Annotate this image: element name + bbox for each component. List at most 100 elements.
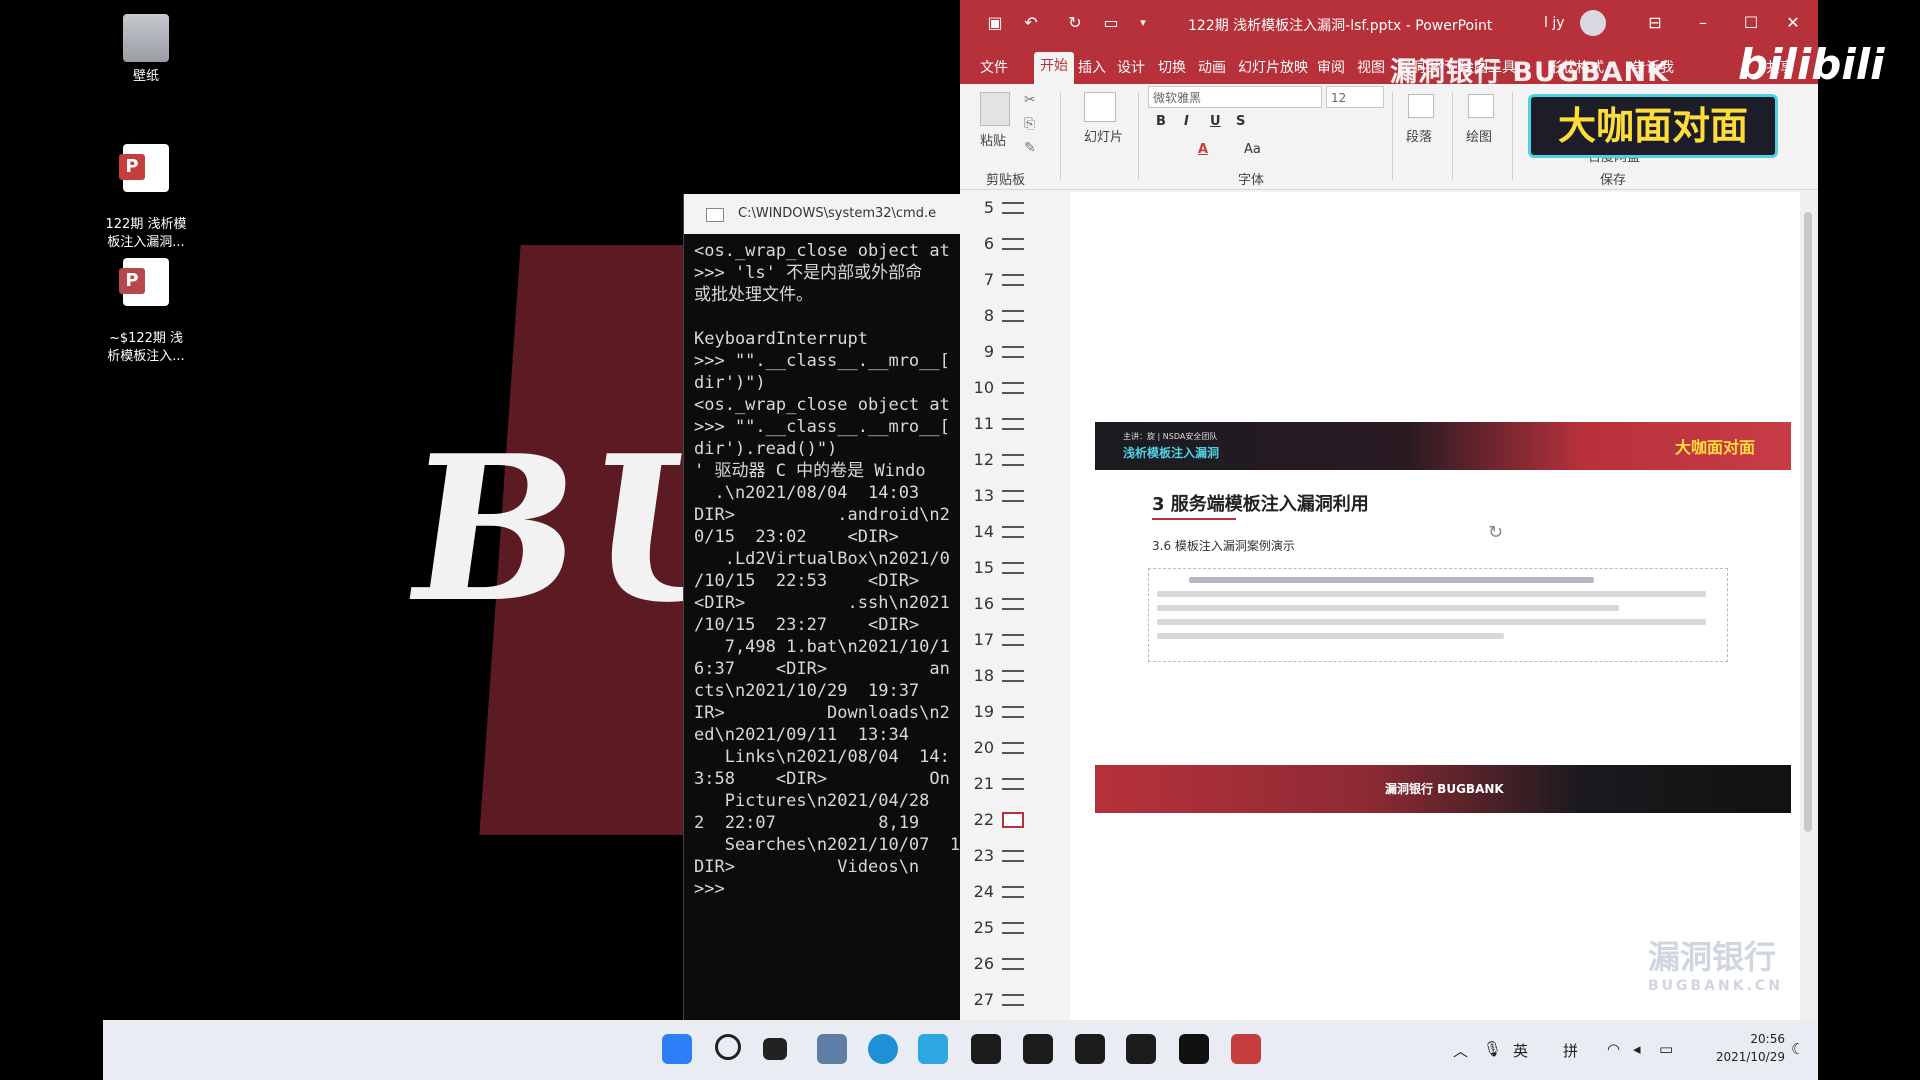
slide-thumbnail[interactable]: 21 bbox=[960, 768, 1070, 804]
slides-group-label[interactable]: 幻灯片 bbox=[1084, 126, 1123, 145]
slide-thumbnail[interactable]: 7 bbox=[960, 264, 1070, 300]
chat-app-icon[interactable] bbox=[918, 1034, 948, 1064]
maximize-icon[interactable]: ☐ bbox=[1740, 12, 1762, 34]
copy-icon[interactable]: ⎘ bbox=[1024, 116, 1035, 132]
powerpoint-icon[interactable] bbox=[1231, 1034, 1261, 1064]
start-icon[interactable] bbox=[662, 1034, 692, 1064]
slide-thumbnail[interactable]: 12 bbox=[960, 444, 1070, 480]
present-icon[interactable]: ▭ bbox=[1100, 12, 1122, 34]
rotate-handle-icon[interactable]: ↻ bbox=[1488, 522, 1503, 543]
slide-thumbnail[interactable]: 25 bbox=[960, 912, 1070, 948]
notification-icon[interactable]: ☾ bbox=[1791, 1040, 1804, 1058]
change-case-button[interactable]: Aa bbox=[1244, 142, 1261, 157]
tab-animations[interactable]: 动画 bbox=[1198, 57, 1226, 77]
slide-thumbnail[interactable]: 17 bbox=[960, 624, 1070, 660]
redo-icon[interactable]: ↻ bbox=[1064, 12, 1086, 34]
paragraph-icon[interactable] bbox=[1408, 94, 1434, 118]
bold-button[interactable]: B bbox=[1156, 114, 1166, 129]
slide-thumbnail[interactable]: 26 bbox=[960, 948, 1070, 984]
selected-code-textbox[interactable] bbox=[1148, 568, 1728, 662]
cmd-titlebar[interactable]: C:\WINDOWS\system32\cmd.e bbox=[684, 194, 984, 234]
slide-thumbnail[interactable]: 13 bbox=[960, 480, 1070, 516]
input-method[interactable]: 拼 bbox=[1563, 1040, 1578, 1061]
phpstorm-icon[interactable] bbox=[1075, 1034, 1105, 1064]
ribbon-display-icon[interactable]: ⊟ bbox=[1644, 12, 1666, 34]
wifi-icon[interactable]: ◠ bbox=[1607, 1040, 1620, 1058]
slide-thumbnail[interactable]: 18 bbox=[960, 660, 1070, 696]
shadow-button[interactable]: S bbox=[1236, 114, 1245, 129]
slide-thumbnail[interactable]: 22 bbox=[960, 804, 1070, 840]
desktop-icon-wallpaper[interactable]: 壁纸 bbox=[86, 14, 206, 86]
slide-thumbnail[interactable]: 15 bbox=[960, 552, 1070, 588]
slide-thumbnail[interactable]: 5 bbox=[960, 192, 1070, 228]
edge-icon[interactable] bbox=[868, 1034, 898, 1064]
cmd-window[interactable]: C:\WINDOWS\system32\cmd.e <os._wrap_clos… bbox=[683, 194, 984, 1034]
slide-thumbnail[interactable]: 14 bbox=[960, 516, 1070, 552]
tab-slideshow[interactable]: 幻灯片放映 bbox=[1238, 57, 1308, 77]
tab-transitions[interactable]: 切换 bbox=[1158, 57, 1186, 77]
cmd-line: 7,498 1.bat\n2021/10/1 bbox=[694, 637, 950, 657]
italic-button[interactable]: I bbox=[1184, 114, 1189, 129]
drawing-group-label[interactable]: 绘图 bbox=[1466, 126, 1492, 145]
new-slide-icon[interactable] bbox=[1084, 92, 1116, 122]
slide-thumbnail[interactable]: 24 bbox=[960, 876, 1070, 912]
tab-view[interactable]: 视图 bbox=[1357, 57, 1385, 77]
slide-thumbnail[interactable]: 19 bbox=[960, 696, 1070, 732]
paragraph-group-label[interactable]: 段落 bbox=[1406, 126, 1432, 145]
tab-review[interactable]: 审阅 bbox=[1317, 57, 1345, 77]
scrollbar-thumb[interactable] bbox=[1804, 212, 1812, 832]
input-language[interactable]: 英 bbox=[1513, 1040, 1528, 1061]
tab-insert[interactable]: 插入 bbox=[1078, 57, 1106, 77]
slide-thumbnail[interactable]: 10 bbox=[960, 372, 1070, 408]
avatar[interactable] bbox=[1580, 10, 1606, 36]
slide-thumbnail[interactable]: 9 bbox=[960, 336, 1070, 372]
tab-design[interactable]: 设计 bbox=[1117, 57, 1145, 77]
cmd-output[interactable]: <os._wrap_close object at >>> 'ls' 不是内部或外… bbox=[684, 234, 984, 1026]
slide-thumbnail[interactable]: 16 bbox=[960, 588, 1070, 624]
slide-thumbnail[interactable]: 20 bbox=[960, 732, 1070, 768]
underline-button[interactable]: U bbox=[1210, 114, 1221, 129]
slide-thumbnail[interactable]: 8 bbox=[960, 300, 1070, 336]
slide-thumbnail-image bbox=[1002, 634, 1024, 646]
slide-subheading[interactable]: 3.6 模板注入漏洞案例演示 bbox=[1152, 537, 1295, 554]
heading-underline bbox=[1152, 518, 1236, 520]
microphone-icon[interactable]: 🎙 bbox=[1483, 1040, 1502, 1058]
user-name[interactable]: l jy bbox=[1544, 12, 1565, 34]
paste-icon[interactable] bbox=[980, 92, 1010, 126]
cut-icon[interactable]: ✂ bbox=[1024, 92, 1036, 108]
paste-button[interactable]: 粘贴 bbox=[980, 130, 1006, 149]
undo-icon[interactable]: ↶ bbox=[1020, 12, 1042, 34]
customize-qat-icon[interactable]: ▾ bbox=[1132, 12, 1154, 34]
tab-home[interactable]: 开始 bbox=[1034, 52, 1074, 84]
desktop-icon-temp-pptx[interactable]: ~$122期 浅 析模板注入... bbox=[86, 240, 206, 384]
chevron-up-icon[interactable]: ︿ bbox=[1453, 1040, 1468, 1061]
close-icon[interactable]: ✕ bbox=[1782, 12, 1804, 34]
slide-thumbnail[interactable]: 11 bbox=[960, 408, 1070, 444]
search-icon[interactable] bbox=[715, 1034, 741, 1060]
system-clock[interactable]: 20:56 2021/10/29 bbox=[1715, 1030, 1785, 1066]
font-name-select[interactable]: 微软雅黑 bbox=[1148, 86, 1322, 108]
battery-icon[interactable]: ▭ bbox=[1659, 1040, 1673, 1058]
slide-canvas[interactable]: 主讲：旋 | NSDA安全团队 浅析模板注入漏洞 大咖面对面 3 服务端模板注入… bbox=[1070, 192, 1800, 1020]
tab-file[interactable]: 文件 bbox=[980, 57, 1008, 77]
file-explorer-icon[interactable] bbox=[817, 1034, 847, 1064]
goland-icon[interactable] bbox=[1126, 1034, 1156, 1064]
drawing-icon[interactable] bbox=[1468, 94, 1494, 118]
format-painter-icon[interactable]: ✎ bbox=[1024, 140, 1036, 156]
slide-thumbnail[interactable]: 23 bbox=[960, 840, 1070, 876]
volume-icon[interactable]: ◂ bbox=[1633, 1040, 1641, 1058]
minimize-icon[interactable]: – bbox=[1692, 12, 1714, 34]
slide-thumbnail[interactable]: 6 bbox=[960, 228, 1070, 264]
save-icon[interactable]: ▣ bbox=[984, 12, 1006, 34]
pycharm-icon[interactable] bbox=[971, 1034, 1001, 1064]
slide-thumbnail-pane[interactable]: 5 6 7 8 9 10 11 12 13 14 15 16 17 18 19 20 21 22 23 24 25 26 2… bbox=[960, 192, 1070, 1020]
terminal-icon[interactable] bbox=[1179, 1034, 1209, 1064]
ppt-titlebar[interactable]: ▣ ↶ ↻ ▭ ▾ 122期 浅析模板注入漏洞-lsf.pptx - Power… bbox=[960, 0, 1818, 48]
font-color-button[interactable]: A bbox=[1198, 142, 1208, 157]
task-view-icon[interactable] bbox=[763, 1038, 787, 1060]
intellij-icon[interactable] bbox=[1023, 1034, 1053, 1064]
vertical-scrollbar[interactable] bbox=[1800, 192, 1818, 1020]
slide-heading[interactable]: 3 服务端模板注入漏洞利用 bbox=[1152, 490, 1369, 516]
slide-thumbnail[interactable]: 27 bbox=[960, 984, 1070, 1020]
font-size-select[interactable]: 12 bbox=[1326, 86, 1384, 108]
